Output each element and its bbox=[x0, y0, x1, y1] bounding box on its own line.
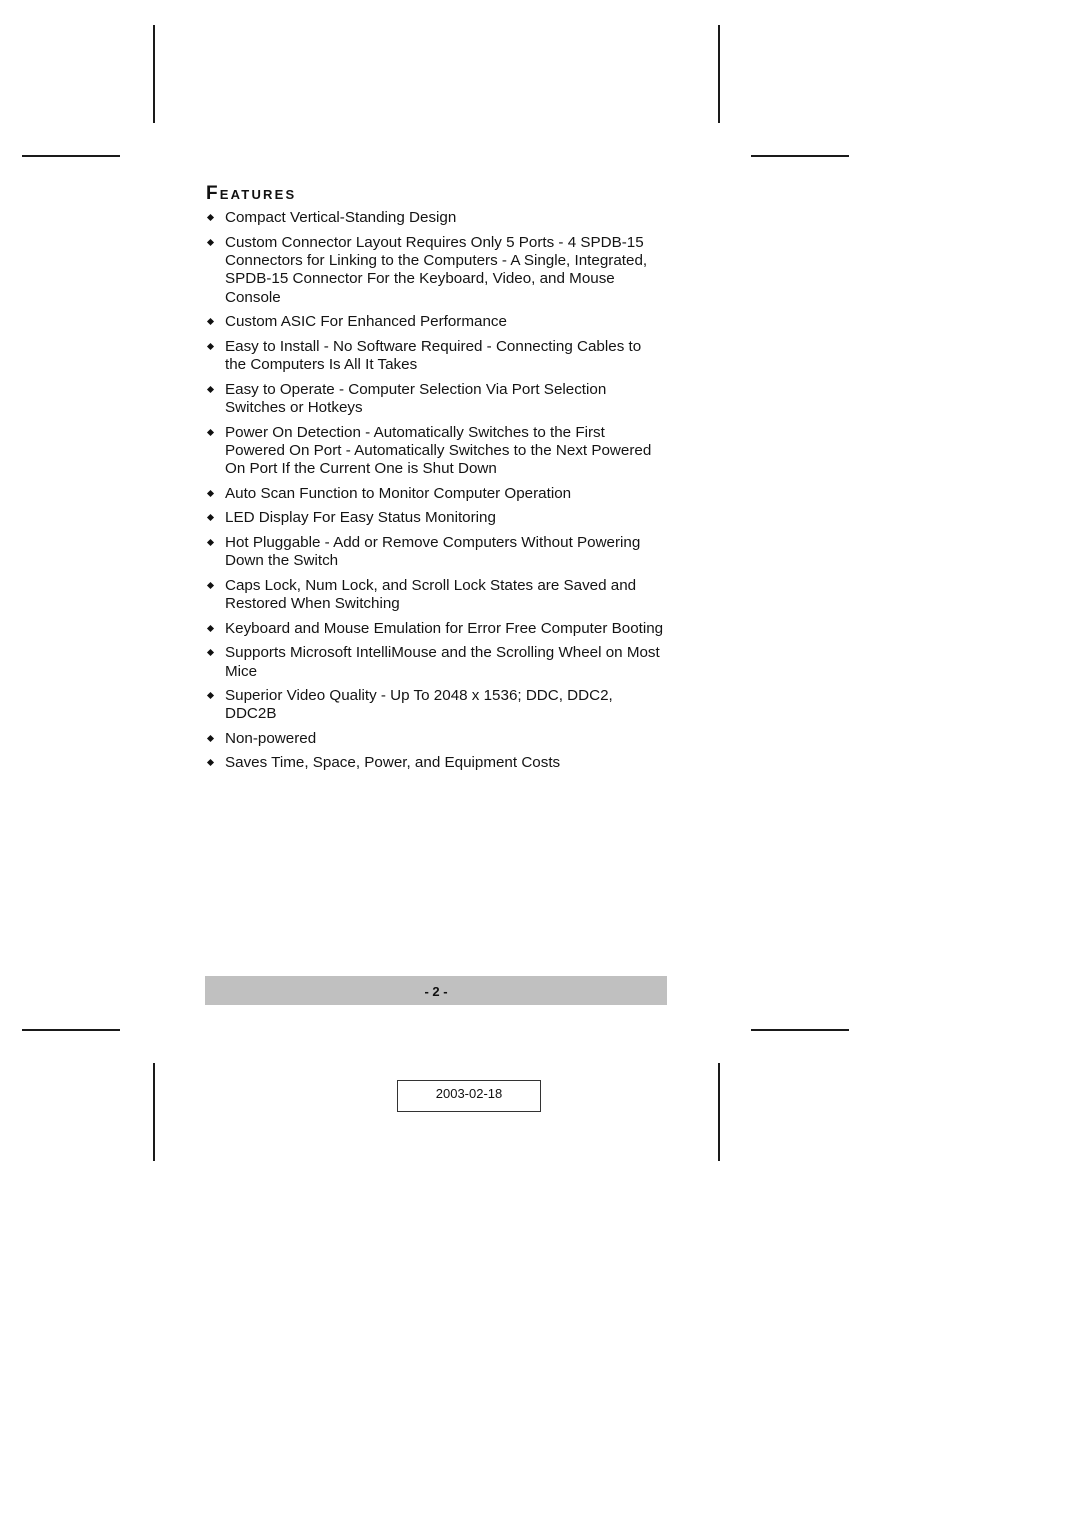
page-number: - 2 - bbox=[424, 984, 448, 999]
date-text: 2003-02-18 bbox=[435, 1086, 503, 1101]
feature-text: Superior Video Quality - Up To 2048 x 15… bbox=[225, 687, 613, 723]
feature-item: Hot Pluggable - Add or Remove Computers … bbox=[206, 534, 666, 571]
diamond-bullet-icon bbox=[206, 213, 215, 222]
feature-item: Superior Video Quality - Up To 2048 x 15… bbox=[206, 687, 666, 724]
diamond-bullet-icon bbox=[206, 342, 215, 350]
crop-mark-bottom-left-vertical bbox=[153, 1063, 155, 1161]
diamond-bullet-icon bbox=[206, 734, 215, 743]
feature-text: Easy to Operate - Computer Selection Via… bbox=[225, 380, 607, 417]
diamond-bullet-icon bbox=[206, 385, 215, 393]
diamond-bullet-icon bbox=[206, 649, 215, 657]
feature-item: Easy to Operate - Computer Selection Via… bbox=[206, 381, 666, 418]
feature-text: Supports Microsoft IntelliMouse and the … bbox=[225, 644, 660, 680]
feature-text: LED Display For Easy Status Monitoring bbox=[225, 509, 496, 527]
feature-item: Power On Detection - Automatically Switc… bbox=[206, 424, 666, 479]
diamond-bullet-icon bbox=[206, 238, 215, 246]
section-heading: Features bbox=[206, 183, 297, 204]
crop-mark-top-right-horizontal bbox=[751, 155, 849, 157]
feature-text: Keyboard and Mouse Emulation for Error F… bbox=[225, 619, 664, 637]
diamond-bullet-icon bbox=[206, 489, 215, 497]
feature-item: Non-powered bbox=[206, 730, 666, 748]
feature-item: Custom ASIC For Enhanced Performance bbox=[206, 313, 666, 331]
feature-text: Compact Vertical-Standing Design bbox=[225, 209, 457, 226]
feature-text: Power On Detection - Automatically Switc… bbox=[225, 423, 652, 478]
feature-text: Non-powered bbox=[225, 729, 317, 747]
features-list: Compact Vertical-Standing Design Custom … bbox=[206, 209, 666, 779]
diamond-bullet-icon bbox=[206, 624, 215, 632]
page-footer-bar: - 2 - bbox=[205, 976, 667, 1005]
diamond-bullet-icon bbox=[206, 692, 215, 700]
diamond-bullet-icon bbox=[206, 318, 215, 326]
crop-mark-top-right-vertical bbox=[718, 25, 720, 123]
feature-text: Auto Scan Function to Monitor Computer O… bbox=[225, 484, 572, 502]
feature-text: Hot Pluggable - Add or Remove Computers … bbox=[225, 533, 641, 570]
feature-item: Keyboard and Mouse Emulation for Error F… bbox=[206, 620, 666, 638]
crop-mark-top-left-vertical bbox=[153, 25, 155, 123]
feature-text: Custom ASIC For Enhanced Performance bbox=[225, 313, 507, 331]
feature-item: Auto Scan Function to Monitor Computer O… bbox=[206, 485, 666, 503]
diamond-bullet-icon bbox=[206, 514, 215, 522]
feature-item: LED Display For Easy Status Monitoring bbox=[206, 509, 666, 527]
feature-item: Caps Lock, Num Lock, and Scroll Lock Sta… bbox=[206, 577, 666, 614]
diamond-bullet-icon bbox=[206, 581, 215, 589]
date-stamp: 2003-02-18 bbox=[397, 1080, 541, 1112]
crop-mark-bottom-right-vertical bbox=[718, 1063, 720, 1161]
feature-item: Supports Microsoft IntelliMouse and the … bbox=[206, 644, 666, 681]
feature-text: Caps Lock, Num Lock, and Scroll Lock Sta… bbox=[225, 576, 637, 613]
crop-mark-top-left-horizontal bbox=[22, 155, 120, 157]
feature-text: Saves Time, Space, Power, and Equipment … bbox=[225, 754, 561, 772]
feature-item: Easy to Install - No Software Required -… bbox=[206, 338, 666, 375]
feature-item: Saves Time, Space, Power, and Equipment … bbox=[206, 754, 666, 772]
feature-text: Easy to Install - No Software Required -… bbox=[225, 337, 642, 374]
feature-item: Custom Connector Layout Requires Only 5 … bbox=[206, 234, 666, 308]
diamond-bullet-icon bbox=[206, 428, 215, 436]
crop-mark-bottom-left-horizontal bbox=[22, 1029, 120, 1031]
feature-item: Compact Vertical-Standing Design bbox=[206, 209, 666, 227]
feature-text: Custom Connector Layout Requires Only 5 … bbox=[225, 233, 648, 306]
crop-mark-bottom-right-horizontal bbox=[751, 1029, 849, 1031]
diamond-bullet-icon bbox=[206, 538, 215, 546]
diamond-bullet-icon bbox=[206, 759, 215, 767]
